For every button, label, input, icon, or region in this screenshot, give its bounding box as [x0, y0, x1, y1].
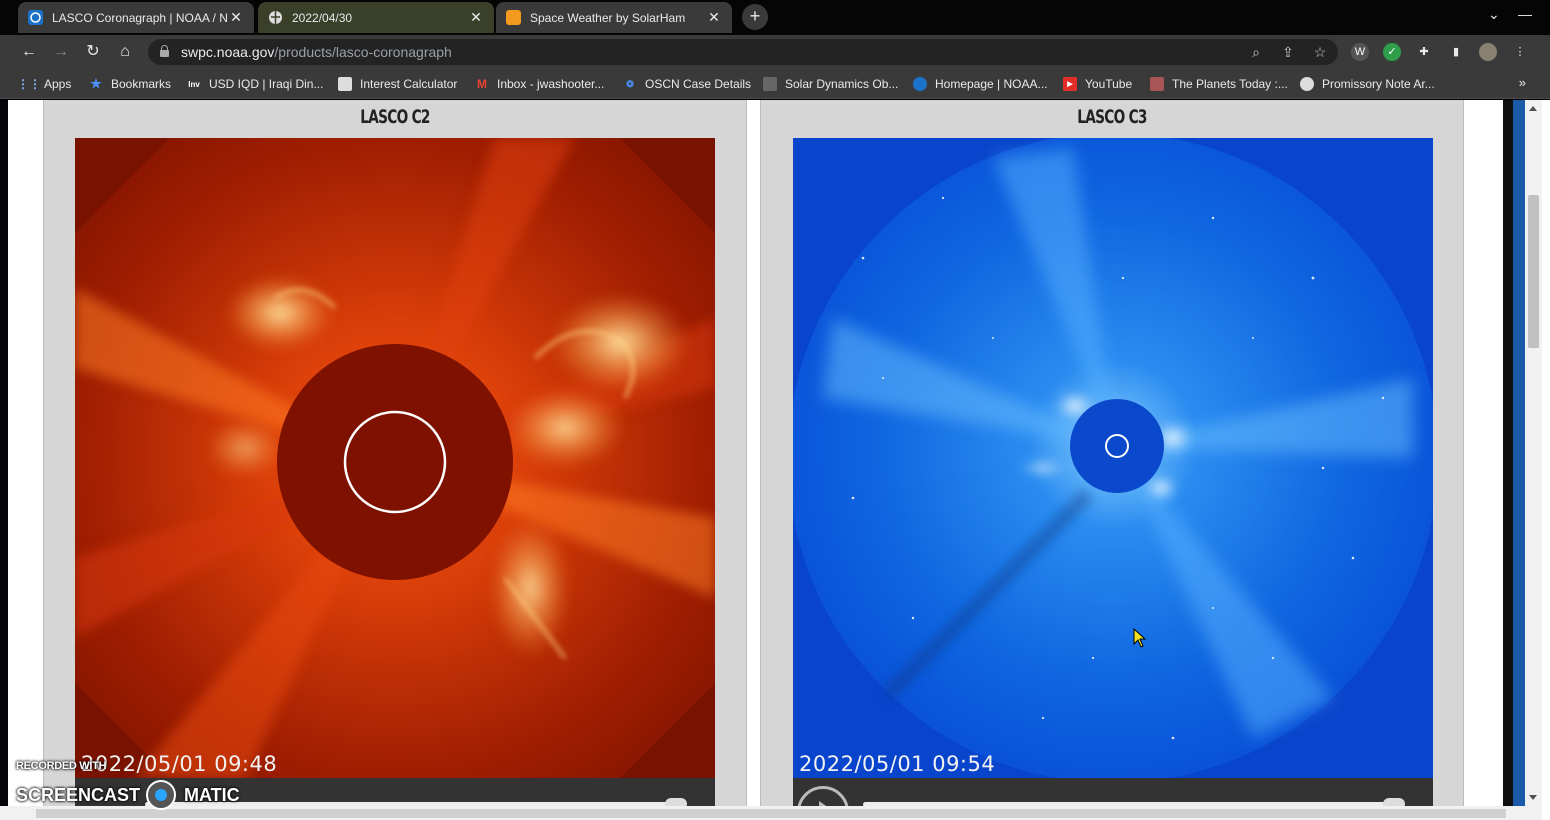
zoom-icon[interactable]: ⌕: [1247, 43, 1265, 61]
close-icon[interactable]: ✕: [706, 9, 722, 26]
puzzle-icon[interactable]: ✚: [1415, 43, 1433, 61]
avatar[interactable]: [1479, 43, 1497, 61]
lasco-c2-panel: LASCO C2 2022/05/01 09:48: [43, 100, 747, 820]
oscn-icon: ❂: [626, 78, 634, 89]
bookmark-interest-calculator[interactable]: Interest Calculator: [338, 76, 457, 92]
noaa-icon: [28, 10, 43, 25]
mouse-cursor-icon: [1133, 628, 1147, 648]
address-bar[interactable]: swpc.noaa.gov/products/lasco-coronagraph…: [148, 39, 1338, 65]
tab-title: 2022/04/30: [292, 10, 353, 25]
c3-timestamp: 2022/05/01 09:54: [799, 752, 996, 776]
calculator-icon: [338, 77, 352, 91]
reload-icon[interactable]: ↻: [82, 41, 104, 63]
more-bookmarks-icon[interactable]: »: [1519, 75, 1526, 90]
tab-solarham[interactable]: Space Weather by SolarHam ✕: [496, 2, 732, 33]
bookmark-youtube[interactable]: ▶ YouTube: [1063, 76, 1132, 92]
bookmarks-bar: ⋮⋮ Apps ★ Bookmarks Inv USD IQD | Iraqi Din…: [0, 69, 1550, 99]
browser-toolbar: ← → ↻ ⌂ swpc.noaa.gov/products/lasco-cor…: [0, 35, 1550, 69]
watermark-brand-right: MATIC: [184, 784, 240, 805]
back-arrow-icon[interactable]: ←: [18, 41, 40, 63]
close-icon[interactable]: ✕: [468, 9, 484, 26]
page-viewport: LASCO C2 2022/05/01 09:48 LASCO C3 2022/…: [0, 100, 1550, 820]
new-tab-button[interactable]: +: [742, 4, 768, 30]
share-icon[interactable]: ⇪: [1279, 43, 1297, 61]
tab-date[interactable]: 2022/04/30 ✕: [258, 2, 494, 33]
noaa-icon: [913, 77, 927, 91]
left-edge: [0, 100, 8, 820]
scroll-down-icon[interactable]: [1529, 795, 1537, 800]
chevron-down-icon[interactable]: ⌄: [1488, 6, 1500, 23]
bookmark-star-icon[interactable]: ☆: [1311, 43, 1329, 61]
horizontal-scroll-thumb[interactable]: [36, 809, 1506, 818]
gmail-icon: M: [477, 77, 487, 91]
bookmark-planets[interactable]: The Planets Today :...: [1150, 76, 1288, 92]
bookmark-sdo[interactable]: Solar Dynamics Ob...: [763, 76, 898, 92]
star-icon: ★: [90, 76, 102, 91]
lock-icon: [160, 45, 169, 57]
home-icon[interactable]: ⌂: [114, 41, 136, 63]
tab-lasco[interactable]: LASCO Coronagraph | NOAA / N ✕: [18, 2, 254, 33]
tab-title: LASCO Coronagraph | NOAA / N: [52, 10, 228, 25]
bookmark-bookmarks[interactable]: ★ Bookmarks: [89, 76, 171, 92]
inv-icon: Inv: [188, 79, 200, 89]
vertical-scroll-thumb[interactable]: [1528, 195, 1539, 348]
bookmark-oscn[interactable]: ❂ OSCN Case Details: [623, 76, 751, 92]
globe-icon: [268, 10, 283, 25]
right-edge-blue: [1513, 100, 1525, 820]
tab-title: Space Weather by SolarHam: [530, 10, 686, 25]
sdo-icon: [763, 77, 777, 91]
watermark-recorded-with: RECORDED WITH: [16, 760, 107, 772]
planets-icon: [1150, 77, 1164, 91]
vertical-scrollbar[interactable]: [1525, 100, 1542, 806]
scroll-up-icon[interactable]: [1529, 106, 1537, 111]
url-text: swpc.noaa.gov/products/lasco-coronagraph: [181, 44, 452, 60]
panel-title: LASCO C2: [360, 106, 430, 128]
panel-title: LASCO C3: [1077, 106, 1147, 128]
c2-timestamp: 2022/05/01 09:48: [81, 752, 278, 776]
right-edge-dark: [1503, 100, 1513, 820]
bookmark-usd-iqd[interactable]: Inv USD IQD | Iraqi Din...: [187, 76, 323, 92]
watermark-brand-left: SCREENCAST: [16, 784, 141, 805]
extension-check-icon[interactable]: ✓: [1383, 43, 1401, 61]
watermark-brand: SCREENCAST MATIC: [16, 780, 240, 810]
minimize-icon[interactable]: —: [1518, 6, 1532, 22]
bookmark-apps[interactable]: ⋮⋮ Apps: [17, 76, 71, 92]
lasco-c3-panel: LASCO C3 2022/05/01 09:54: [760, 100, 1464, 820]
screencast-logo-icon: [146, 780, 177, 810]
bookmark-promissory[interactable]: Promissory Note Ar...: [1300, 76, 1435, 92]
menu-dots-icon[interactable]: ⋮: [1511, 43, 1529, 61]
extension-w-icon[interactable]: W: [1351, 43, 1369, 61]
lasco-c2-image: 2022/05/01 09:48: [75, 138, 715, 778]
side-panel-icon[interactable]: ▮: [1447, 43, 1465, 61]
bookmark-inbox[interactable]: M Inbox - jwashooter...: [475, 76, 604, 92]
close-icon[interactable]: ✕: [228, 9, 244, 26]
doc-icon: [1300, 77, 1314, 91]
screencast-watermark: RECORDED WITH SCREENCAST MATIC: [16, 760, 240, 810]
forward-arrow-icon[interactable]: →: [50, 41, 72, 63]
tab-strip: LASCO Coronagraph | NOAA / N ✕ 2022/04/3…: [0, 0, 1550, 35]
solarham-icon: [506, 10, 521, 25]
lasco-c3-image: 2022/05/01 09:54: [793, 138, 1433, 778]
youtube-icon: ▶: [1063, 77, 1077, 91]
bookmark-noaa[interactable]: Homepage | NOAA...: [913, 76, 1048, 92]
apps-grid-icon: ⋮⋮: [17, 77, 41, 91]
